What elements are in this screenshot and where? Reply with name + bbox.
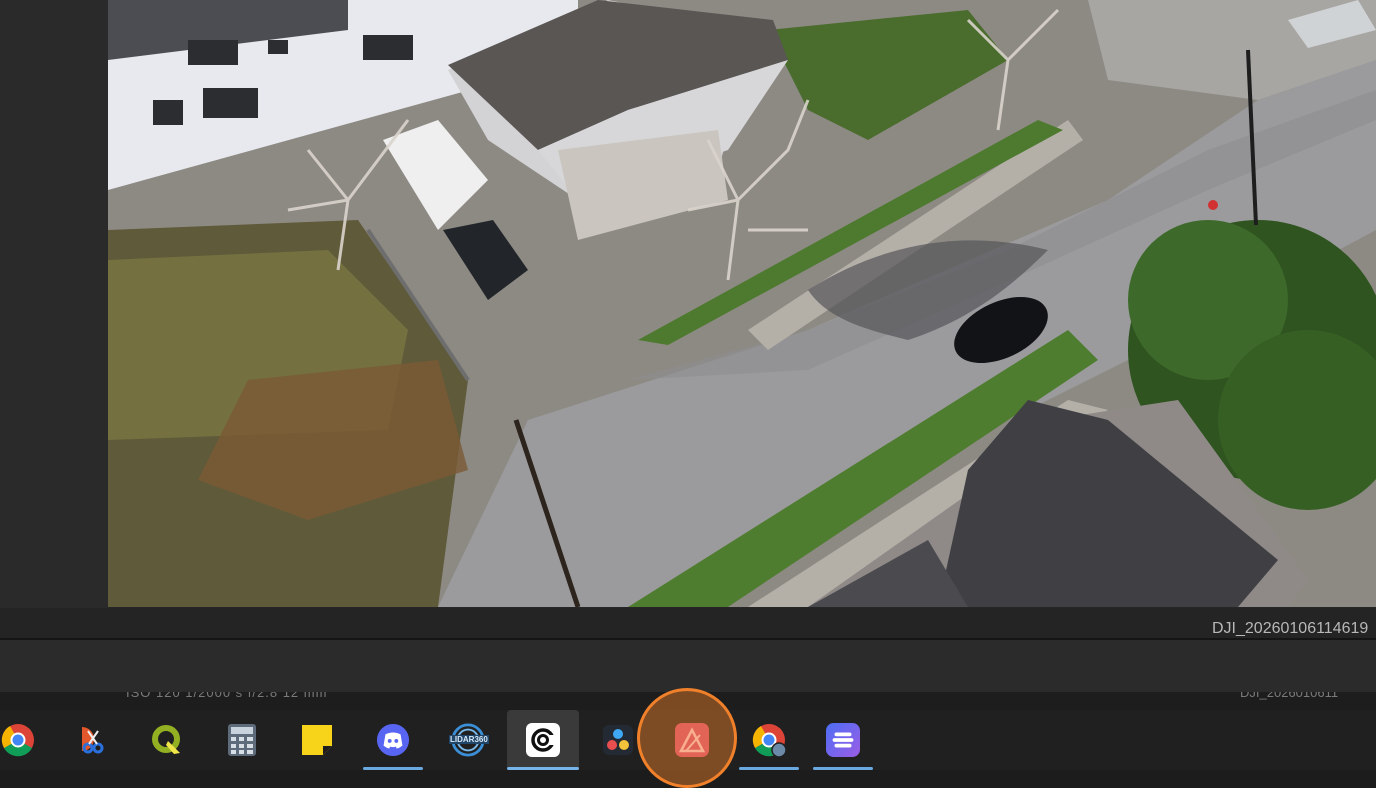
filename-strip <box>0 608 1376 638</box>
taskbar-sticky-notes[interactable] <box>287 710 347 770</box>
snipping-tool-icon <box>76 723 110 757</box>
discord-icon <box>376 723 410 757</box>
taskbar-snipping-tool[interactable] <box>63 710 123 770</box>
lidar360-label: LIDAR360 <box>449 735 489 744</box>
chrome-icon <box>1 723 35 757</box>
davinci-resolve-icon <box>601 723 635 757</box>
taskbar-viewer-app[interactable] <box>507 710 579 770</box>
left-side-panel <box>0 0 108 608</box>
chrome-profile-icon <box>752 723 786 757</box>
photo-filename: DJI_20260106114619 <box>1212 620 1369 637</box>
calculator-icon <box>225 723 259 757</box>
taskbar-linear[interactable] <box>813 710 873 770</box>
taskbar-lidar360[interactable]: LIDAR360 <box>438 710 498 770</box>
linear-app-icon <box>826 723 860 757</box>
taskbar-chrome[interactable] <box>0 710 48 770</box>
exif-metadata-text: ISO 120 1/2000 s f/2.8 12 mm <box>126 692 328 700</box>
qgis-icon <box>150 723 184 757</box>
viewer-app-icon <box>526 723 560 757</box>
filename-peek-text: DJI_2026010611 <box>1240 692 1339 700</box>
info-bar <box>0 640 1376 692</box>
taskbar-discord[interactable] <box>363 710 423 770</box>
photo-viewer-window: DJI_20260106114619 ISO 120 1/2000 s f/2.… <box>0 0 1376 710</box>
taskbar-calculator[interactable] <box>212 710 272 770</box>
click-highlight-ring <box>637 688 737 788</box>
aerial-photo[interactable] <box>108 0 1376 607</box>
sticky-notes-icon <box>300 723 334 757</box>
taskbar-chrome-profile[interactable] <box>739 710 799 770</box>
lidar360-icon: LIDAR360 <box>449 723 489 757</box>
taskbar-qgis[interactable] <box>137 710 197 770</box>
